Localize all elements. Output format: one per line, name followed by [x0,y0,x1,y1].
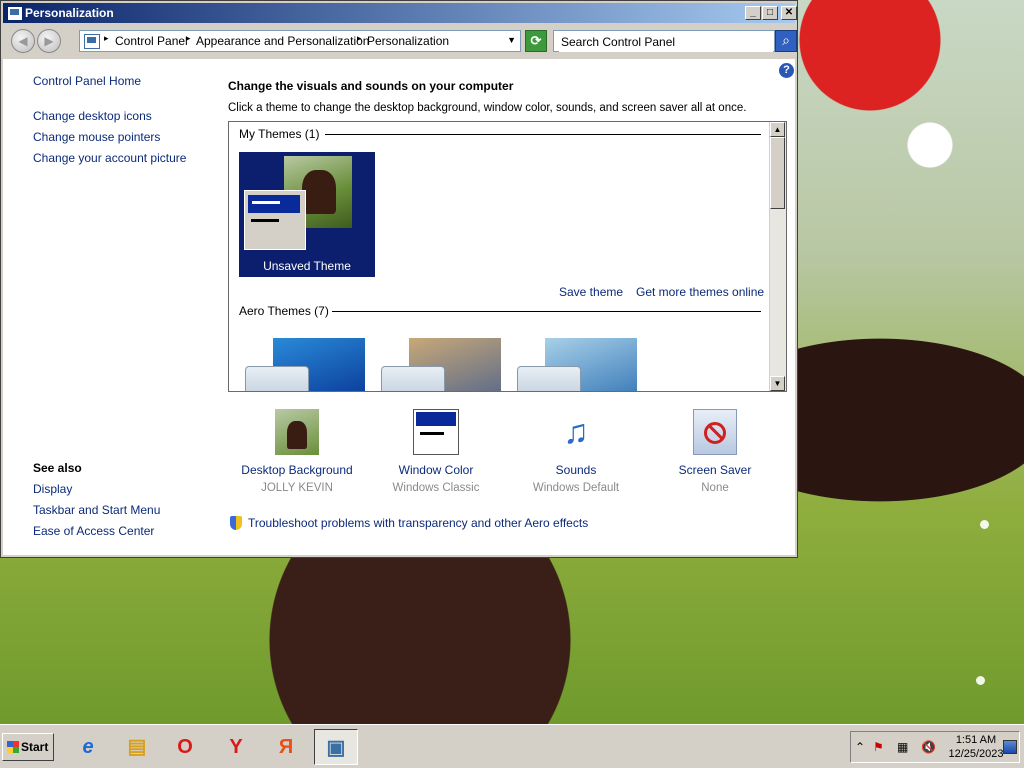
search-input[interactable] [559,32,773,52]
search-button[interactable]: ⌕ [775,30,797,52]
get-more-themes-link[interactable]: Get more themes online [636,285,764,299]
setting-value: Windows Classic [392,482,480,494]
theme-list-scrollbar[interactable]: ▲ ▼ [769,122,786,391]
search-box[interactable] [553,30,775,52]
windows-explorer-icon[interactable]: ▤ [115,729,159,765]
breadcrumb-personalization[interactable]: Personalization [367,34,449,48]
opera-icon[interactable]: O [163,729,207,765]
scroll-down-button[interactable]: ▼ [770,376,785,391]
display-link[interactable]: Display [33,482,72,496]
aero-theme-windows[interactable] [243,338,365,391]
forward-button[interactable]: ▶ [37,29,61,53]
see-also-heading: See also [33,461,82,475]
setting-label[interactable]: Sounds [506,463,646,477]
refresh-button[interactable]: ⟳ [525,30,547,52]
maximize-button[interactable]: □ [762,6,778,20]
content-pane: ? Control Panel Home Change desktop icon… [3,59,795,555]
yandex-icon[interactable]: Я [264,729,308,765]
snowflake [980,520,989,529]
troubleshoot-aero-link[interactable]: Troubleshoot problems with transparency … [248,516,588,530]
window-title: Personalization [25,6,114,20]
change-mouse-pointers-link[interactable]: Change mouse pointers [33,130,160,144]
unsaved-theme-label: Unsaved Theme [263,259,351,273]
change-desktop-icons-link[interactable]: Change desktop icons [33,109,152,123]
show-desktop-button[interactable] [1003,740,1017,754]
scroll-thumb[interactable] [770,137,785,209]
control-panel-home-link[interactable]: Control Panel Home [33,74,141,88]
sounds-setting[interactable]: ♫ Sounds Windows Default [506,409,646,494]
action-center-icon[interactable]: ⚑ [873,740,884,754]
navigation-bar: ◀ ▶ ▸ Control Panel ▸ Appearance and Per… [3,25,797,57]
aero-theme-architecture[interactable] [379,338,501,391]
divider [325,134,761,135]
control-panel-icon [84,34,100,49]
sounds-icon: ♫ [563,413,589,451]
divider [332,311,761,312]
system-tray: ⌃ ⚑ ▦ 🔇 1:51 AM 12/25/2023 [850,731,1020,763]
chevron-down-icon[interactable]: ▼ [507,35,516,45]
screen-saver-icon [693,409,737,455]
page-title: Change the visuals and sounds on your co… [228,79,514,93]
change-account-picture-link[interactable]: Change your account picture [33,151,186,165]
title-bar[interactable]: Personalization _ □ ✕ [3,3,797,23]
scroll-up-button[interactable]: ▲ [770,122,785,137]
clock[interactable]: 1:51 AM 12/25/2023 [945,733,1007,761]
personalization-window: Personalization _ □ ✕ ◀ ▶ ▸ Control Pane… [0,0,798,558]
control-panel-taskbar-icon[interactable]: ▣ [314,729,358,765]
close-button[interactable]: ✕ [781,6,797,20]
setting-value: JOLLY KEVIN [261,482,333,494]
setting-label[interactable]: Screen Saver [645,463,785,477]
unsaved-theme-tile[interactable]: Unsaved Theme [239,152,375,277]
desktop-background-setting[interactable]: Desktop Background JOLLY KEVIN [227,409,367,494]
chevron-right-icon[interactable]: ▸ [357,33,362,44]
ease-of-access-link[interactable]: Ease of Access Center [33,524,154,538]
shield-icon [230,516,242,530]
window-color-icon [413,409,459,455]
network-icon[interactable]: ▦ [897,740,908,754]
save-theme-link[interactable]: Save theme [559,285,623,299]
aero-theme-characters[interactable] [515,338,637,391]
chevron-up-icon[interactable]: ⌃ [855,740,865,754]
taskbar: Start e ▤ O Y Я ▣ ⌃ ⚑ ▦ 🔇 1:51 AM 12/25/… [0,724,1024,768]
start-button[interactable]: Start [2,733,54,761]
chevron-right-icon[interactable]: ▸ [104,33,109,44]
page-description: Click a theme to change the desktop back… [228,102,747,114]
breadcrumb-appearance[interactable]: Appearance and Personalization [196,34,369,48]
clock-date: 12/25/2023 [948,748,1004,760]
taskbar-start-menu-link[interactable]: Taskbar and Start Menu [33,503,160,517]
my-themes-heading: My Themes (1) [239,127,320,141]
help-icon[interactable]: ? [779,63,794,78]
snowflake [976,676,985,685]
setting-label[interactable]: Desktop Background [227,463,367,477]
address-bar[interactable]: ▸ Control Panel ▸ Appearance and Persona… [79,30,521,52]
yandex-browser-icon[interactable]: Y [214,729,258,765]
internet-explorer-icon[interactable]: e [66,729,110,765]
aero-themes-heading: Aero Themes (7) [239,304,329,318]
minimize-button[interactable]: _ [745,6,761,20]
breadcrumb-control-panel[interactable]: Control Panel [115,34,188,48]
start-label: Start [21,740,49,754]
volume-muted-icon[interactable]: 🔇 [921,740,936,754]
window-color-setting[interactable]: Window Color Windows Classic [366,409,506,494]
clock-time: 1:51 AM [955,734,997,746]
setting-value: None [701,482,729,494]
theme-list[interactable]: My Themes (1) Unsaved Theme Save theme G… [228,121,787,392]
windows-logo-icon [7,741,19,753]
screen-saver-setting[interactable]: Screen Saver None [645,409,785,494]
window-preview-thumbnail [244,190,306,250]
setting-label[interactable]: Window Color [366,463,506,477]
back-button[interactable]: ◀ [11,29,35,53]
setting-value: Windows Default [532,482,620,494]
desktop-background-icon [275,409,319,455]
control-panel-icon [7,6,23,21]
chevron-right-icon[interactable]: ▸ [186,33,191,44]
